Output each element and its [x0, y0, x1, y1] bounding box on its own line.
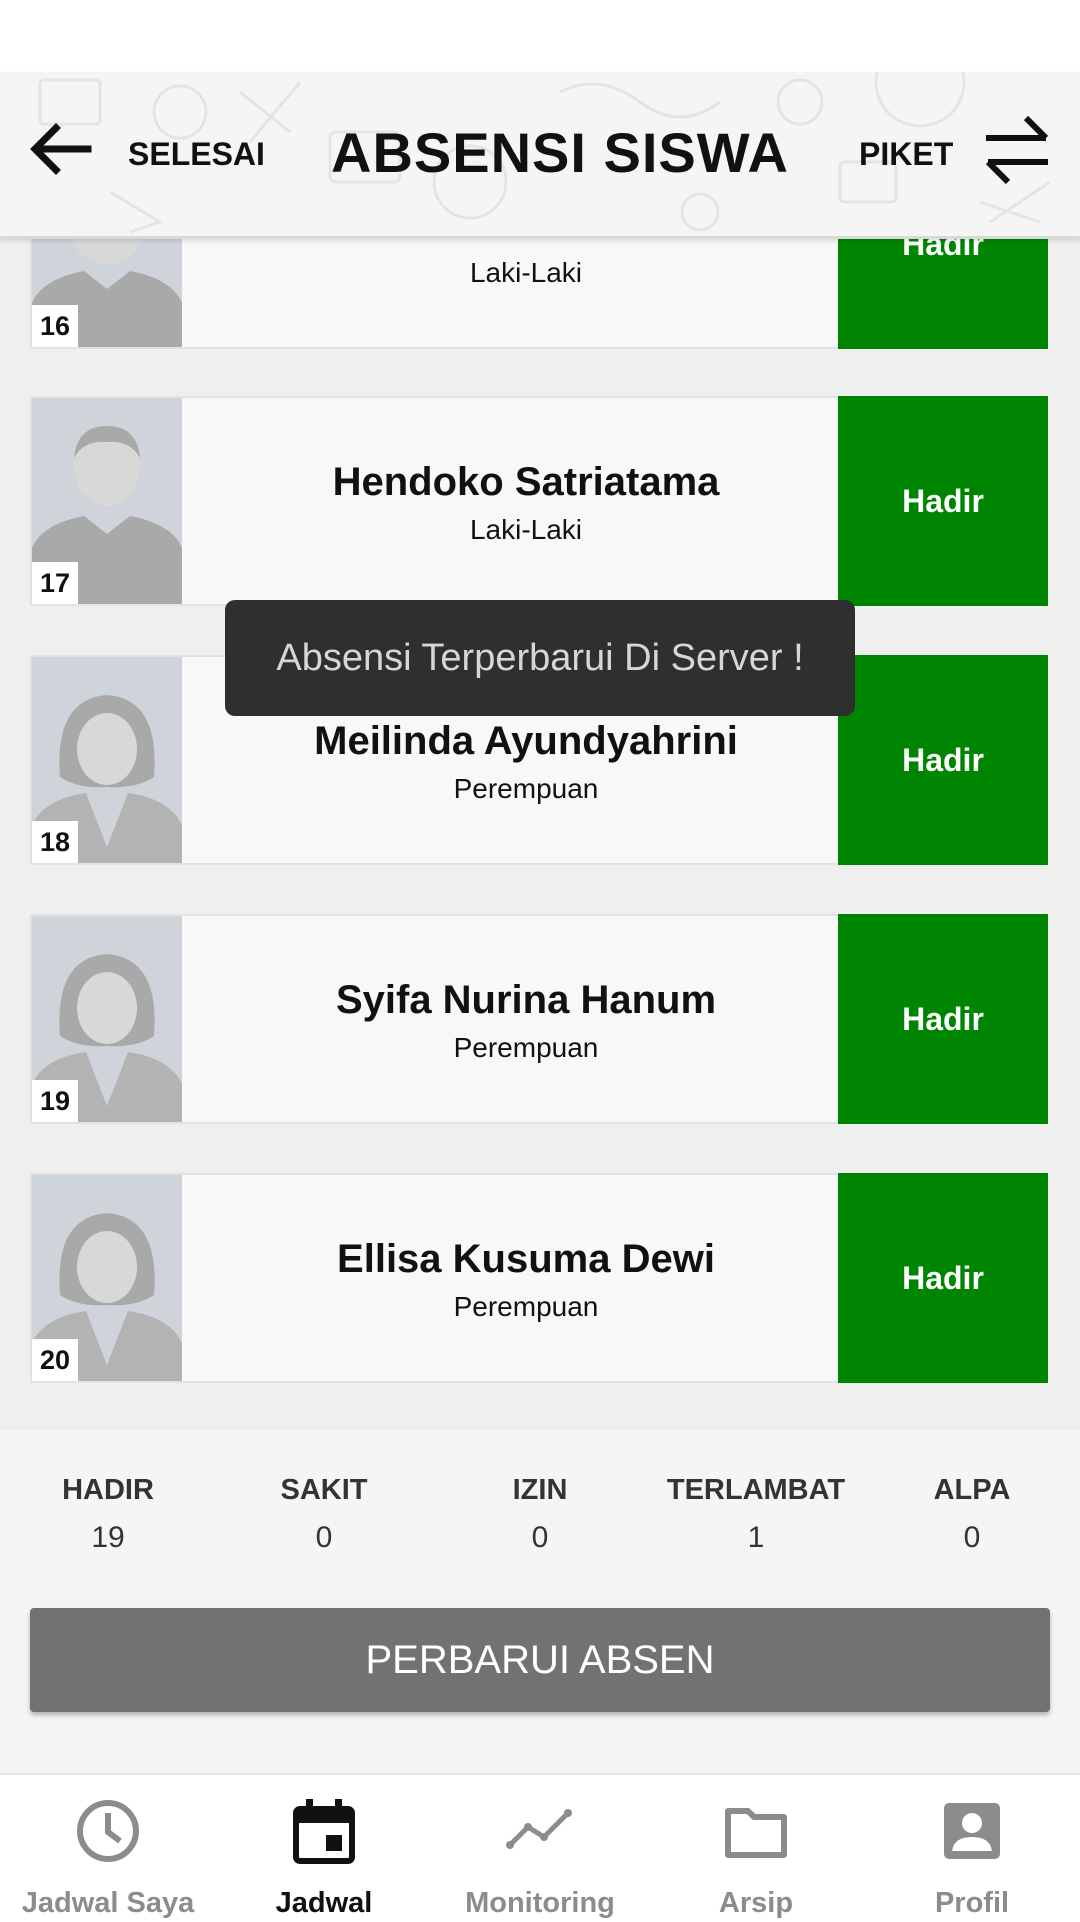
chart-line-icon [506, 1809, 572, 1849]
nav-jadwal-saya[interactable]: Jadwal Saya [0, 1775, 216, 1922]
student-gender: Laki-Laki [469, 514, 583, 545]
attendance-status-button[interactable]: Hadir [838, 914, 1048, 1124]
nav-label: Profil [934, 1887, 1010, 1919]
student-number: 20 [32, 1339, 78, 1381]
summary-izin: IZIN 0 [432, 1474, 648, 1555]
student-number: 18 [32, 821, 78, 863]
summary-label: HADIR [62, 1474, 154, 1506]
folder-icon [725, 1808, 787, 1858]
student-card-20[interactable]: 20 Ellisa Kusuma Dewi Perempuan Hadir [30, 1173, 1048, 1383]
toast-message: Absensi Terperbarui Di Server ! [225, 600, 855, 716]
nav-profil[interactable]: Profil [864, 1775, 1080, 1922]
nav-monitoring[interactable]: Monitoring [432, 1775, 648, 1922]
bottom-navigation: Jadwal Saya Jadwal Monitoring Arsip Prof… [0, 1773, 1080, 1922]
student-number: 16 [32, 305, 78, 347]
summary-label: IZIN [512, 1474, 568, 1506]
nav-label: Arsip [718, 1887, 794, 1919]
summary-value: 1 [747, 1521, 765, 1554]
piket-button[interactable]: PIKET [859, 136, 953, 173]
summary-value: 0 [531, 1521, 549, 1554]
student-gender: Perempuan [453, 1032, 599, 1063]
summary-value: 0 [315, 1521, 333, 1554]
summary-hadir: HADIR 19 [0, 1474, 216, 1555]
student-name: Syifa Nurina Hanum [335, 978, 717, 1022]
student-number: 19 [32, 1080, 78, 1122]
nav-label: Monitoring [465, 1887, 615, 1919]
summary-alpa: ALPA 0 [864, 1474, 1080, 1555]
nav-label: Jadwal Saya [21, 1887, 195, 1919]
attendance-status-button[interactable]: Hadir [838, 396, 1048, 606]
nav-label: Jadwal [275, 1887, 373, 1919]
female-avatar-icon: 18 [32, 657, 182, 863]
summary-terlambat: TERLAMBAT 1 [648, 1474, 864, 1555]
female-avatar-icon: 20 [32, 1175, 182, 1381]
female-avatar-icon: 19 [32, 916, 182, 1122]
student-name: Ellisa Kusuma Dewi [337, 1237, 715, 1281]
nav-jadwal[interactable]: Jadwal [216, 1775, 432, 1922]
student-name: Meilinda Ayundyahrini [314, 719, 738, 763]
student-number: 17 [32, 562, 78, 604]
summary-label: TERLAMBAT [666, 1474, 846, 1506]
summary-sakit: SAKIT 0 [216, 1474, 432, 1555]
student-gender: Perempuan [453, 1291, 599, 1322]
summary-value: 19 [91, 1521, 125, 1554]
nav-arsip[interactable]: Arsip [648, 1775, 864, 1922]
student-gender: Perempuan [453, 773, 599, 804]
summary-value: 0 [963, 1521, 981, 1554]
student-card-19[interactable]: 19 Syifa Nurina Hanum Perempuan Hadir [30, 914, 1048, 1124]
attendance-status-button[interactable]: Hadir [838, 655, 1048, 865]
student-gender: Laki-Laki [469, 257, 583, 288]
calendar-icon [293, 1799, 355, 1864]
student-card-17[interactable]: 17 Hendoko Satriatama Laki-Laki Hadir [30, 396, 1048, 606]
profile-icon [944, 1803, 1000, 1859]
student-name: Hendoko Satriatama [332, 460, 720, 504]
swap-arrows-icon[interactable] [980, 112, 1054, 188]
male-avatar-icon: 17 [32, 398, 182, 604]
update-attendance-button[interactable]: PERBARUI ABSEN [30, 1608, 1050, 1712]
clock-icon [77, 1800, 139, 1862]
attendance-summary: HADIR 19 SAKIT 0 IZIN 0 TERLAMBAT 1 ALPA… [0, 1430, 1080, 1773]
summary-label: SAKIT [280, 1474, 368, 1506]
summary-label: ALPA [933, 1474, 1011, 1506]
app-header: SELESAI ABSENSI SISWA PIKET [0, 72, 1080, 239]
attendance-status-button[interactable]: Hadir [838, 1173, 1048, 1383]
